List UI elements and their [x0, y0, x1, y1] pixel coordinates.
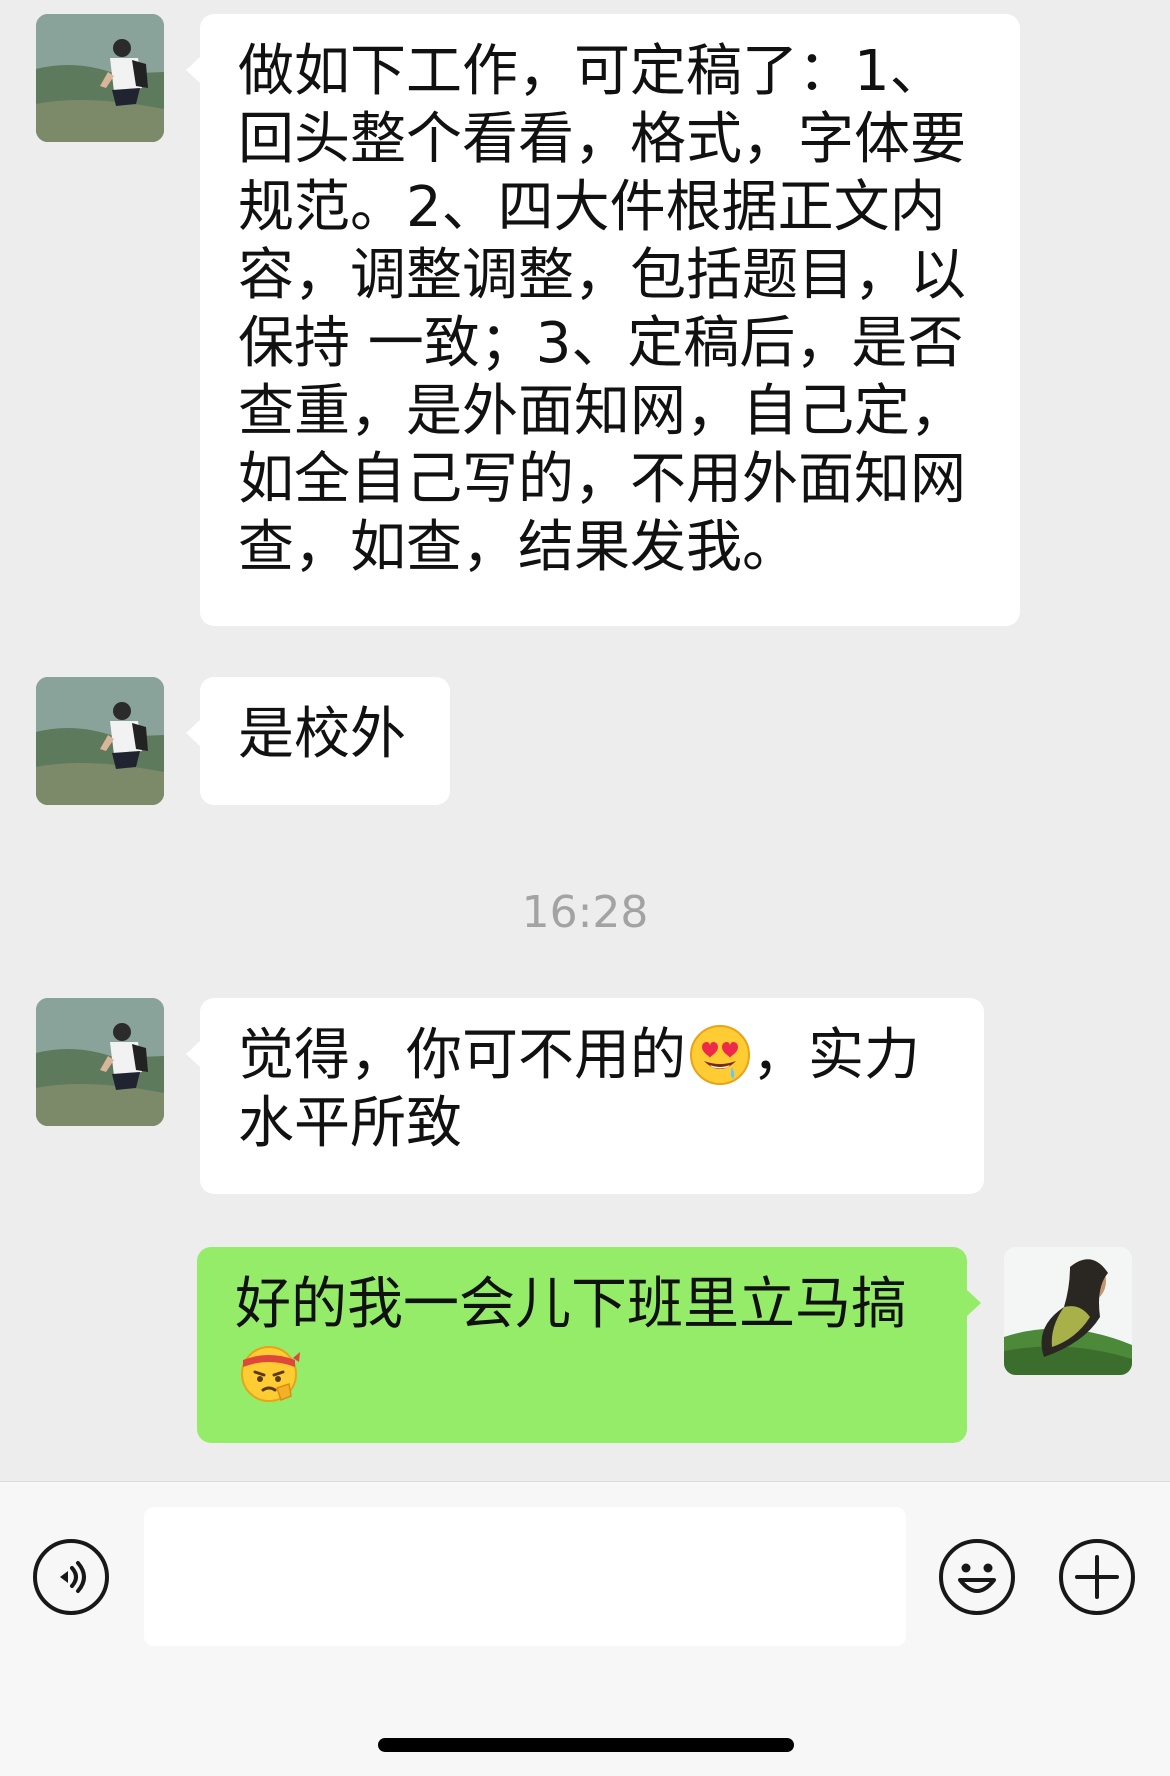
contact-avatar[interactable]	[36, 998, 164, 1126]
message-bubble-outgoing[interactable]: 好的我一会儿下班里立马搞	[197, 1247, 981, 1443]
message-bubble-incoming[interactable]: 做如下工作，可定稿了：1、回头整个看看，格式，字体要规范。2、四大件根据正文内容…	[186, 14, 1020, 626]
add-button[interactable]	[1058, 1538, 1136, 1616]
chat-timestamp: 16:28	[521, 887, 649, 938]
emoji-smile-icon	[939, 1539, 1015, 1615]
message-bubble-incoming[interactable]: 觉得，你可不用的 ，实力水平所致	[186, 998, 984, 1194]
my-avatar-photo	[1004, 1247, 1132, 1375]
contact-avatar[interactable]	[36, 14, 164, 142]
plus-circle-icon	[1059, 1539, 1135, 1615]
contact-avatar[interactable]	[36, 677, 164, 805]
contact-avatar-photo	[36, 14, 164, 142]
voice-icon	[33, 1539, 109, 1615]
heart-eyes-drooling-emoji-icon	[688, 1023, 752, 1087]
contact-avatar-photo	[36, 677, 164, 805]
message-text-before-emoji: 觉得，你可不用的	[238, 1023, 686, 1088]
message-bubble-incoming[interactable]: 是校外	[186, 677, 450, 805]
voice-button[interactable]	[32, 1538, 110, 1616]
my-avatar[interactable]	[1004, 1247, 1132, 1375]
home-indicator[interactable]	[378, 1738, 794, 1752]
message-text: 做如下工作，可定稿了：1、回头整个看看，格式，字体要规范。2、四大件根据正文内容…	[238, 39, 966, 580]
message-text: 好的我一会儿下班里立马搞	[235, 1272, 907, 1337]
determined-headband-emoji-icon	[237, 1340, 301, 1404]
message-text: 是校外	[238, 702, 406, 767]
emoji-button[interactable]	[938, 1538, 1016, 1616]
message-text-input[interactable]	[144, 1507, 906, 1646]
contact-avatar-photo	[36, 998, 164, 1126]
message-input-bar	[0, 1481, 1170, 1776]
chat-screen: 做如下工作，可定稿了：1、回头整个看看，格式，字体要规范。2、四大件根据正文内容…	[0, 0, 1170, 1776]
